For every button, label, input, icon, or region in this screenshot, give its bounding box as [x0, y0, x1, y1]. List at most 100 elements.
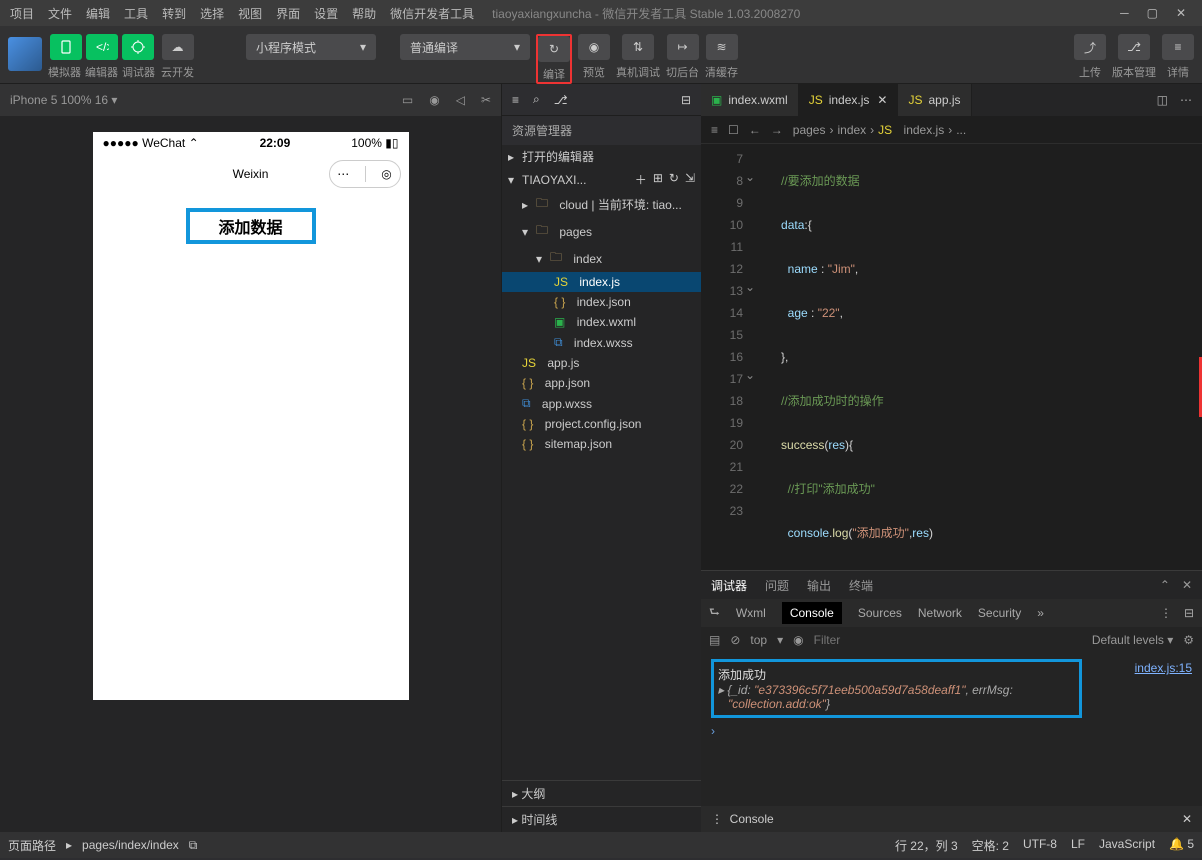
filter-input[interactable]	[814, 633, 914, 647]
menu-file[interactable]: 文件	[44, 2, 76, 25]
clear-console-icon[interactable]: ⊘	[730, 633, 740, 647]
file-project-config[interactable]: { } project.config.json	[502, 414, 701, 434]
new-folder-icon[interactable]: ⊞	[653, 171, 663, 188]
detail-button[interactable]: ≡	[1162, 34, 1194, 60]
file-index-js[interactable]: JS index.js	[502, 272, 701, 292]
drawer-console-tab[interactable]: Console	[730, 812, 774, 826]
cloud-dev-button[interactable]: ☁	[162, 34, 194, 60]
menu-view[interactable]: 视图	[234, 2, 266, 25]
device-icon[interactable]: ▭	[402, 93, 413, 107]
preview-button[interactable]: ◉	[578, 34, 610, 60]
tab-output[interactable]: 输出	[807, 577, 831, 594]
breadcrumb[interactable]: pages›index›JS index.js›...	[793, 123, 966, 137]
remote-debug-button[interactable]: ⇅	[622, 34, 654, 60]
fold-icon[interactable]: ⌄	[745, 170, 755, 184]
search-icon[interactable]: ⌕	[533, 92, 540, 107]
tab-problems[interactable]: 问题	[765, 577, 789, 594]
close-icon[interactable]: ✕	[1176, 6, 1186, 20]
cursor-position[interactable]: 行 22，列 3	[895, 837, 958, 854]
dock-icon[interactable]: ⊟	[681, 93, 691, 107]
file-index-wxss[interactable]: ⧉ index.wxss	[502, 332, 701, 353]
refresh-icon[interactable]: ↻	[669, 171, 679, 188]
language-mode[interactable]: JavaScript	[1099, 837, 1155, 854]
simulator-button[interactable]	[50, 34, 82, 60]
tab-index-wxml[interactable]: ▣index.wxml	[701, 84, 799, 116]
open-editors-section[interactable]: ▸打开的编辑器	[502, 145, 701, 168]
menu-edit[interactable]: 编辑	[82, 2, 114, 25]
context-selector[interactable]: top	[750, 633, 767, 647]
more-icon[interactable]: ⋯	[337, 167, 349, 181]
tab-index-js[interactable]: JSindex.js✕	[799, 84, 899, 116]
file-index-json[interactable]: { } index.json	[502, 292, 701, 312]
gear-icon[interactable]: ⚙	[1183, 633, 1194, 647]
minimize-icon[interactable]: ─	[1120, 6, 1129, 20]
compile-button[interactable]: ↻	[538, 36, 570, 62]
project-root[interactable]: ▾TIAOYAXI... ＋ ⊞ ↻ ⇲	[502, 168, 701, 191]
file-app-wxss[interactable]: ⧉ app.wxss	[502, 393, 701, 414]
outline-section[interactable]: ▸ 大纲	[502, 780, 701, 806]
drawer-close-icon[interactable]: ✕	[1182, 812, 1192, 826]
close-icon[interactable]: ✕	[877, 93, 887, 107]
devtools-tab-wxml[interactable]: Wxml	[736, 606, 766, 620]
devtools-tab-console[interactable]: Console	[782, 602, 842, 624]
code-text[interactable]: //要添加的数据 data:{ name : "Jim", age : "22"…	[761, 144, 1190, 570]
file-index-wxml[interactable]: ▣ index.wxml	[502, 312, 701, 332]
indent-setting[interactable]: 空格: 2	[972, 837, 1009, 854]
device-selector[interactable]: iPhone 5 100% 16 ▾	[10, 93, 117, 107]
menu-interface[interactable]: 界面	[272, 2, 304, 25]
eol[interactable]: LF	[1071, 837, 1085, 854]
split-icon[interactable]: ◫	[1157, 93, 1168, 107]
clear-cache-button[interactable]: ≋	[706, 34, 738, 60]
cloud-folder[interactable]: ▸🗀 cloud | 当前环境: tiao...	[502, 191, 701, 218]
compile-mode-dropdown[interactable]: 普通编译▾	[400, 34, 530, 60]
list-icon[interactable]: ≡	[512, 93, 519, 107]
drawer-menu-icon[interactable]: ⋮	[711, 812, 723, 826]
menu-project[interactable]: 项目	[6, 2, 38, 25]
pages-folder[interactable]: ▾🗀 pages	[502, 218, 701, 245]
cut-icon[interactable]: ✂	[481, 93, 491, 107]
forward-icon[interactable]: →	[771, 123, 783, 137]
devtools-dock-icon[interactable]: ⊟	[1184, 606, 1194, 620]
background-button[interactable]: ↦	[667, 34, 699, 60]
devtools-tab-security[interactable]: Security	[978, 606, 1021, 620]
devtools-more-icon[interactable]: »	[1037, 606, 1044, 620]
editor-button[interactable]: </>	[86, 34, 118, 60]
devtools-menu-icon[interactable]: ⋮	[1160, 606, 1172, 620]
debugger-button[interactable]	[122, 34, 154, 60]
target-icon[interactable]: ◎	[381, 167, 391, 181]
tab-app-js[interactable]: JSapp.js	[898, 84, 971, 116]
close-icon[interactable]: ✕	[1182, 578, 1192, 592]
devtools-tab-sources[interactable]: Sources	[858, 606, 902, 620]
menu-help[interactable]: 帮助	[348, 2, 380, 25]
chevron-up-icon[interactable]: ⌃	[1160, 578, 1170, 592]
menu-tools[interactable]: 工具	[120, 2, 152, 25]
inspect-icon[interactable]: ⮑	[709, 603, 720, 624]
levels-selector[interactable]: Default levels ▾	[1092, 633, 1173, 647]
menu-settings[interactable]: 设置	[310, 2, 342, 25]
menu-goto[interactable]: 转到	[158, 2, 190, 25]
devtools-tab-network[interactable]: Network	[918, 606, 962, 620]
bookmark-icon[interactable]: ☐	[728, 123, 739, 137]
version-button[interactable]: ⎇	[1118, 34, 1150, 60]
file-sitemap[interactable]: { } sitemap.json	[502, 434, 701, 454]
record-icon[interactable]: ◉	[429, 93, 439, 107]
maximize-icon[interactable]: ▢	[1147, 6, 1158, 20]
menu-devtools[interactable]: 微信开发者工具	[386, 2, 478, 25]
tab-debugger[interactable]: 调试器	[711, 577, 747, 594]
route-path[interactable]: pages/index/index	[82, 838, 179, 852]
tab-terminal[interactable]: 终端	[849, 577, 873, 594]
encoding[interactable]: UTF-8	[1023, 837, 1057, 854]
more-icon[interactable]: ⋯	[1180, 93, 1192, 107]
new-file-icon[interactable]: ＋	[635, 171, 647, 188]
index-folder[interactable]: ▾🗀 index	[502, 245, 701, 272]
code-editor[interactable]: 7891011 1213141516 1718192021 2223 ⌄ ⌄ ⌄…	[701, 144, 1202, 570]
timeline-section[interactable]: ▸ 时间线	[502, 806, 701, 832]
capsule[interactable]: ⋯ ◎	[329, 160, 401, 188]
fold-icon[interactable]: ⌄	[745, 368, 755, 382]
menu-select[interactable]: 选择	[196, 2, 228, 25]
file-app-js[interactable]: JS app.js	[502, 353, 701, 373]
console-source-link[interactable]: index.js:15	[1135, 661, 1192, 675]
branch-icon[interactable]: ⎇	[554, 93, 568, 107]
mode-dropdown[interactable]: 小程序模式▾	[246, 34, 376, 60]
toggle-icon[interactable]: ≡	[711, 123, 718, 137]
